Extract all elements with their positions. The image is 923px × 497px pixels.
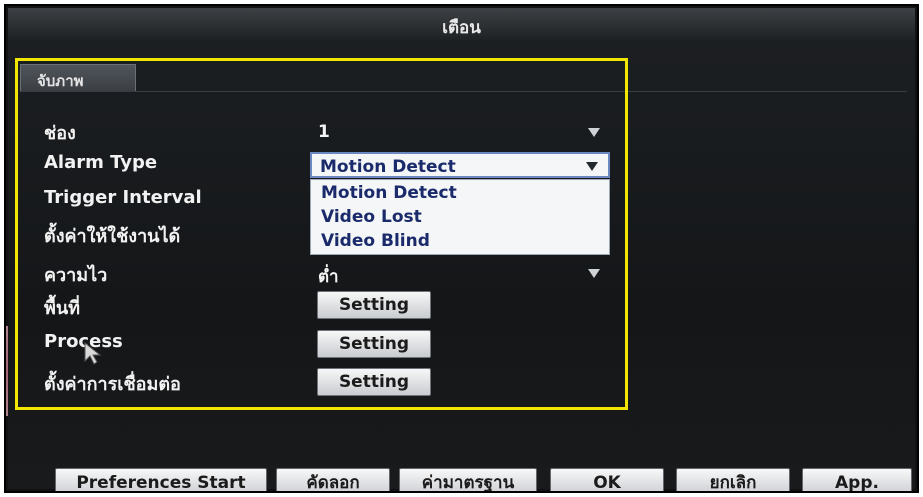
dropdown-option-video-lost[interactable]: Video Lost bbox=[311, 205, 609, 229]
copy-button[interactable]: คัดลอก bbox=[276, 468, 390, 491]
default-button[interactable]: ค่ามาตรฐาน bbox=[399, 468, 537, 491]
dialog-title: เตือน bbox=[442, 18, 481, 38]
channel-value: 1 bbox=[318, 122, 330, 142]
sensitivity-label: ความไว bbox=[44, 265, 108, 286]
mouse-pointer-icon bbox=[84, 342, 102, 365]
process-setting-button[interactable]: Setting bbox=[317, 330, 431, 358]
tab-divider bbox=[20, 91, 907, 92]
trigger-interval-label: Trigger Interval bbox=[44, 187, 202, 208]
cancel-button[interactable]: ยกเลิก bbox=[676, 468, 790, 491]
sensitivity-value: ต่ำ bbox=[318, 267, 339, 287]
alarm-type-dropdown-list: Motion Detect Video Lost Video Blind bbox=[310, 179, 610, 255]
dropdown-option-video-blind[interactable]: Video Blind bbox=[311, 229, 609, 253]
alarm-type-value: Motion Detect bbox=[320, 157, 456, 177]
apply-button[interactable]: App. bbox=[802, 468, 912, 491]
dropdown-arrow-icon bbox=[588, 128, 600, 137]
preferences-start-button[interactable]: Preferences Start bbox=[55, 468, 267, 491]
sensitivity-select[interactable]: ต่ำ bbox=[310, 260, 610, 287]
alarm-type-select[interactable]: Motion Detect bbox=[310, 152, 610, 178]
area-setting-button[interactable]: Setting bbox=[317, 291, 431, 319]
alarm-dialog: เตือน จับภาพ ช่อง 1 Alarm Type Motion De… bbox=[4, 4, 919, 493]
ok-button[interactable]: OK bbox=[550, 468, 664, 491]
alarm-type-label: Alarm Type bbox=[44, 152, 158, 173]
title-bar: เตือน bbox=[8, 8, 915, 41]
area-label: พื้นที่ bbox=[44, 298, 81, 319]
dropdown-arrow-icon bbox=[586, 162, 598, 171]
enable-label: ตั้งค่าให้ใช้งานได้ bbox=[44, 226, 181, 247]
connection-label: ตั้งค่าการเชื่อมต่อ bbox=[44, 374, 181, 395]
dropdown-option-motion-detect[interactable]: Motion Detect bbox=[311, 181, 609, 205]
channel-select[interactable]: 1 bbox=[310, 119, 610, 145]
dropdown-arrow-icon bbox=[588, 269, 600, 278]
channel-label: ช่อง bbox=[44, 123, 76, 144]
tab-capture[interactable]: จับภาพ bbox=[20, 64, 136, 92]
connection-setting-button[interactable]: Setting bbox=[317, 368, 431, 396]
